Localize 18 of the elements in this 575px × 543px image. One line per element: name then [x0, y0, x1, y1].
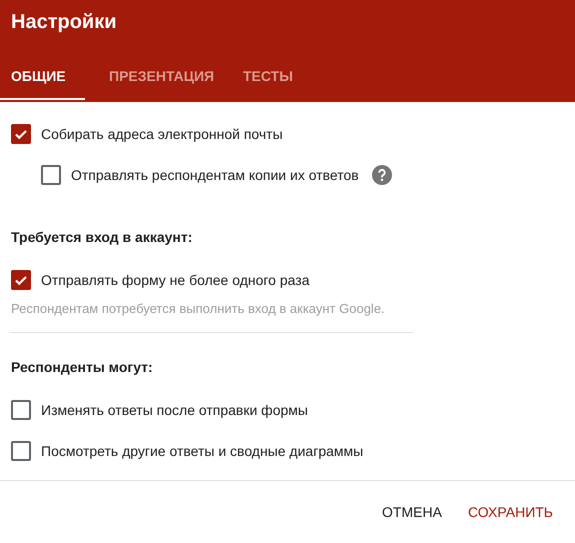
checkbox[interactable]: [11, 270, 31, 290]
option-label[interactable]: Отправлять форму не более одного раза: [41, 272, 310, 288]
option-label[interactable]: Собирать адреса электронной почты: [41, 126, 283, 142]
cancel-button[interactable]: ОТМЕНА: [370, 494, 454, 530]
option-label[interactable]: Отправлять респондентам копии их ответов: [71, 166, 359, 182]
option-label[interactable]: Изменять ответы после отправки формы: [41, 402, 308, 418]
section-heading: Респонденты могут:: [11, 358, 154, 377]
help-icon[interactable]: [372, 164, 392, 184]
checkbox[interactable]: [11, 440, 31, 460]
hint-text: Респондентам потребуется выполнить вход в аккаунт Google.: [11, 300, 386, 318]
checkbox[interactable]: [11, 124, 31, 144]
save-button[interactable]: СОХРАНИТЬ: [456, 494, 565, 530]
checkbox[interactable]: [41, 164, 61, 184]
option-label[interactable]: Посмотреть другие ответы и сводные диаграммы: [41, 442, 364, 458]
tab[interactable]: ОБЩИЕ: [0, 62, 85, 100]
dialog-title: Настройки: [10, 10, 118, 35]
checkbox[interactable]: [11, 400, 31, 420]
section-heading: Требуется вход в аккаунт:: [11, 228, 194, 247]
